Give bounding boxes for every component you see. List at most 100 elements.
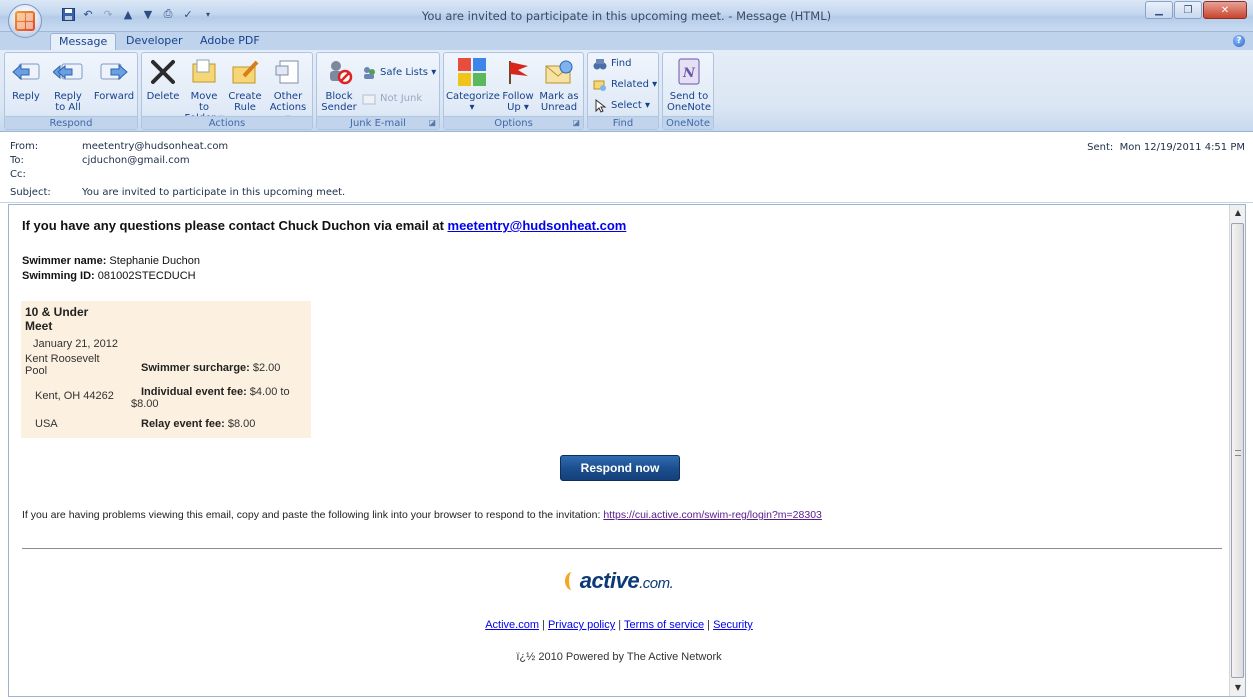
subject-value: You are invited to participate in this u… (82, 187, 346, 198)
registration-link[interactable]: https://cui.active.com/swim-reg/login?m=… (603, 509, 822, 521)
individual-event-fee: Individual event fee: $4.00 to $8.00 (131, 386, 303, 410)
swimmer-surcharge-value: $2.00 (249, 362, 281, 374)
help-icon[interactable]: ? (1233, 35, 1245, 47)
active-swoosh-icon (564, 572, 579, 590)
reply-all-button[interactable]: Reply to All (51, 56, 85, 113)
move-to-folder-button[interactable]: Move toFolder ▾ (184, 56, 224, 124)
logo-main: active (579, 568, 640, 593)
select-cursor-icon (592, 98, 608, 114)
ribbon: Reply Reply to All Forward Respond Delete (0, 50, 1253, 132)
swimming-id-label: Swimming ID: (22, 270, 95, 282)
subject-label: Subject: (10, 187, 51, 198)
group-label-respond: Respond (5, 116, 137, 129)
reply-button[interactable]: Reply (9, 56, 43, 102)
create-rule-button[interactable]: Create Rule (228, 56, 262, 113)
footer-link-privacy[interactable]: Privacy policy (548, 619, 615, 631)
block-sender-button[interactable]: Block Sender (321, 56, 357, 113)
group-label-onenote: OneNote (663, 116, 713, 129)
junk-options-launcher-icon[interactable]: ◪ (428, 118, 436, 127)
from-value[interactable]: meetentry@hudsonheat.com (82, 141, 228, 152)
scrollbar-thumb[interactable] (1231, 223, 1244, 678)
binoculars-icon (592, 56, 608, 72)
safe-lists-button[interactable]: Safe Lists ▾ (361, 65, 436, 81)
group-junk-email: Block Sender Safe Lists ▾ Not Junk Junk E… (316, 52, 440, 130)
reply-icon (10, 56, 42, 88)
ribbon-tabs: Message Developer Adobe PDF ? (0, 32, 1253, 50)
footer-separator: | (538, 619, 548, 631)
send-to-onenote-button[interactable]: N Send to OneNote (665, 56, 713, 113)
logo-suffix: .com. (639, 575, 674, 592)
not-junk-button[interactable]: Not Junk (361, 91, 422, 107)
swimmer-name-label: Swimmer name: (22, 255, 107, 267)
from-label: From: (10, 141, 39, 152)
follow-up-button[interactable]: Follow Up ▾ (500, 56, 536, 113)
minimize-button[interactable]: ▁ (1145, 1, 1173, 19)
mark-as-unread-icon (543, 56, 575, 88)
tab-adobe-pdf[interactable]: Adobe PDF (192, 33, 268, 50)
problems-line: If you are having problems viewing this … (22, 509, 822, 521)
related-button[interactable]: Related ▾ (592, 77, 657, 93)
maximize-button[interactable]: ❐ (1174, 1, 1202, 19)
tab-message[interactable]: Message (50, 33, 117, 50)
find-button[interactable]: Find (592, 56, 632, 72)
relay-fee-value: $8.00 (224, 418, 256, 430)
forward-icon (98, 56, 130, 88)
questions-line: If you have any questions please contact… (22, 218, 626, 233)
safe-lists-icon (361, 65, 377, 81)
to-label: To: (10, 155, 24, 166)
other-actions-icon (272, 56, 304, 88)
office-button[interactable] (8, 4, 42, 38)
select-button[interactable]: Select ▾ (592, 98, 650, 114)
meet-title: 10 & Under Meet (25, 305, 89, 333)
scroll-up-arrow-icon[interactable]: ▲ (1230, 205, 1245, 221)
other-actions-button[interactable]: OtherActions ▾ (266, 56, 310, 124)
problems-text: If you are having problems viewing this … (22, 509, 604, 521)
window-title: You are invited to participate in this u… (421, 9, 832, 23)
footer-link-active[interactable]: Active.com (485, 619, 539, 631)
footer-link-security[interactable]: Security (713, 619, 753, 631)
options-launcher-icon[interactable]: ◪ (572, 118, 580, 127)
categorize-icon (456, 56, 488, 88)
meet-city: Kent, OH 44262 (35, 390, 114, 402)
cc-label: Cc: (10, 169, 26, 180)
scroll-grip-icon (1235, 450, 1241, 456)
delete-button[interactable]: Delete (146, 56, 180, 102)
swimming-id-value: 081002STECDUCH (94, 270, 196, 282)
individual-fee-label: Individual event fee: (141, 386, 247, 398)
subject-row: Subject: You are invited to participate i… (10, 186, 345, 200)
vertical-scrollbar[interactable]: ▲ ▼ (1229, 205, 1245, 696)
group-label-actions: Actions (142, 116, 312, 129)
categorize-button[interactable]: Categorize ▾ (446, 56, 500, 113)
title-bar: ↶ ↷ ▲ ▼ ⎙ ✓ ▾ You are invited to partici… (0, 0, 1253, 38)
message-body: If you have any questions please contact… (8, 204, 1246, 697)
to-value[interactable]: cjduchon@gmail.com (82, 155, 190, 166)
relay-event-fee: Relay event fee: $8.00 (141, 418, 255, 430)
footer-link-terms[interactable]: Terms of service (624, 619, 704, 631)
message-header: From: meetentry@hudsonheat.com To: cjducho… (0, 133, 1253, 203)
close-button[interactable]: ✕ (1203, 1, 1247, 19)
respond-now-button[interactable]: Respond now (560, 455, 680, 481)
scroll-down-arrow-icon[interactable]: ▼ (1230, 680, 1245, 696)
forward-button[interactable]: Forward (93, 56, 135, 102)
office-logo-icon (15, 11, 35, 31)
meet-date: January 21, 2012 (33, 338, 119, 350)
not-junk-icon (361, 91, 377, 107)
group-actions: Delete Move toFolder ▾ CreateRule OtherA… (141, 52, 313, 130)
group-label-junk-email: Junk E-mail (317, 116, 439, 129)
contact-email-link[interactable]: meetentry@hudsonheat.com (448, 218, 627, 233)
mark-as-unread-button[interactable]: Mark as Unread (538, 56, 580, 113)
questions-text: If you have any questions please contact… (22, 218, 448, 233)
tab-developer[interactable]: Developer (118, 33, 191, 50)
swimmer-surcharge-label: Swimmer surcharge: (141, 362, 250, 374)
group-onenote: N Send to OneNote OneNote (662, 52, 714, 130)
meet-details-box: 10 & Under Meet January 21, 2012 Kent Ro… (21, 301, 311, 438)
reply-all-icon (52, 56, 84, 88)
cc-row: Cc: (10, 168, 82, 182)
from-row: From: meetentry@hudsonheat.com (10, 140, 228, 154)
window-controls: ▁ ❐ ✕ (1144, 1, 1247, 19)
group-label-find: Find (588, 116, 658, 129)
sent-row: Sent: Mon 12/19/2011 4:51 PM (1087, 142, 1245, 153)
move-to-folder-icon (188, 56, 220, 88)
sent-label: Sent: (1087, 142, 1114, 153)
active-logo[interactable]: active.com. (9, 568, 1229, 594)
